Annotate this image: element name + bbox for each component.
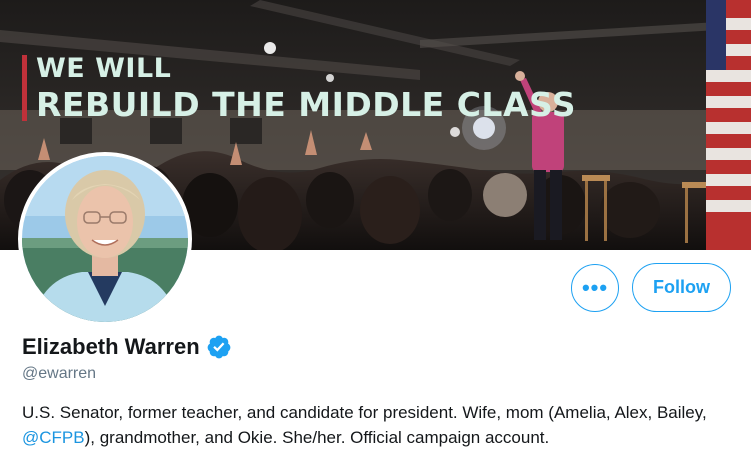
profile-bio: U.S. Senator, former teacher, and candid… xyxy=(22,400,737,450)
profile-avatar[interactable] xyxy=(18,152,192,326)
headline-line-2: REBUILD THE MIDDLE CLASS xyxy=(36,85,577,124)
headline-line-1: WE WILL xyxy=(36,53,172,84)
more-horizontal-icon: ••• xyxy=(581,275,609,300)
bio-text-part-2: ), grandmother, and Okie. She/her. Offic… xyxy=(84,428,550,447)
cfpb-mention-link[interactable]: @CFPB xyxy=(22,428,85,447)
more-options-button[interactable]: ••• xyxy=(571,264,619,312)
bio-text-part-1: U.S. Senator, former teacher, and candid… xyxy=(22,403,707,422)
verified-badge-icon xyxy=(206,334,232,360)
display-name: Elizabeth Warren xyxy=(22,334,200,359)
banner-headline: WE WILL REBUILD THE MIDDLE CLASS xyxy=(22,55,576,121)
follow-button[interactable]: Follow xyxy=(632,263,731,312)
avatar-photo xyxy=(22,156,188,322)
name-row: Elizabeth Warren xyxy=(22,334,232,360)
profile-handle: @ewarren xyxy=(22,365,97,382)
follow-button-label: Follow xyxy=(653,277,710,297)
